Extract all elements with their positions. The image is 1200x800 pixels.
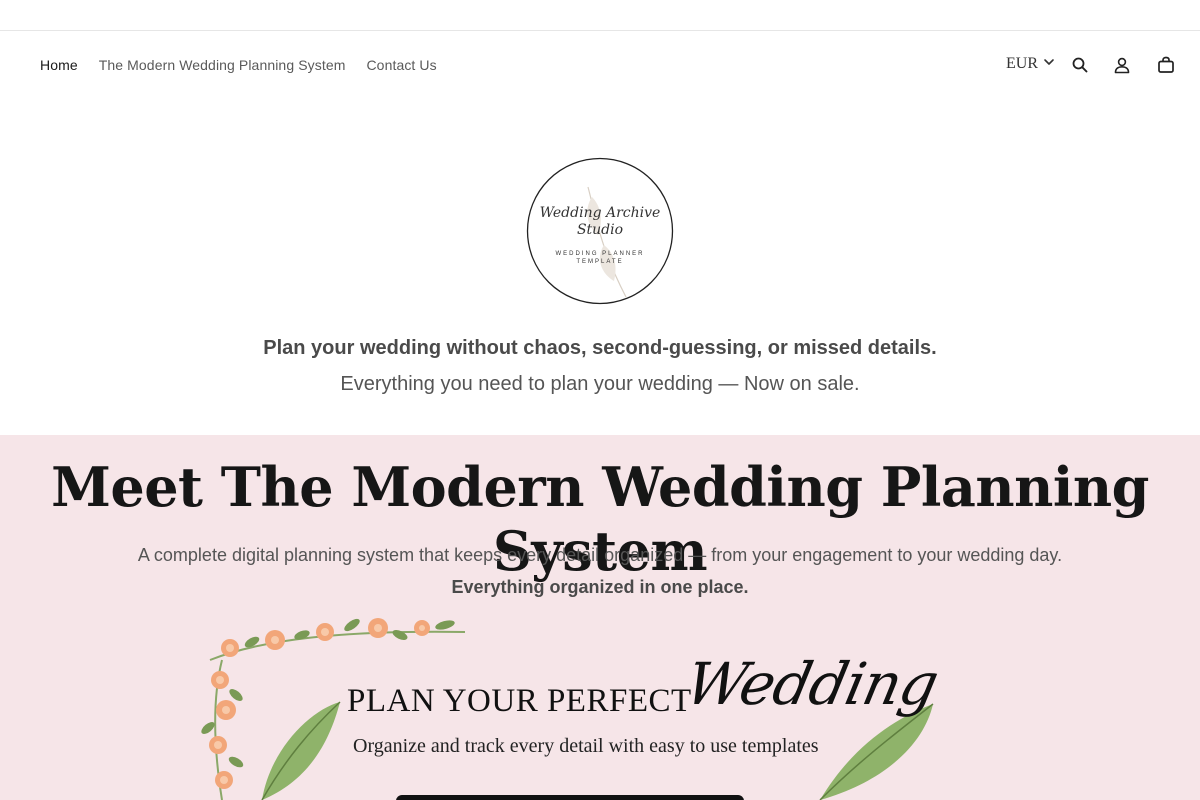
logo-script-line2: Studio: [577, 222, 623, 238]
currency-selector[interactable]: EUR: [1006, 55, 1055, 73]
chevron-down-icon: [1043, 55, 1055, 73]
currency-label: EUR: [1006, 55, 1038, 72]
brand-logo[interactable]: Wedding Archive Studio WEDDING PLANNER T…: [526, 157, 674, 305]
feature-description-bold: Everything organized in one place.: [451, 577, 749, 597]
logo-caption-line2: TEMPLATE: [576, 259, 623, 265]
hero-banner-image: PLAN YOUR PERFECT Wedding Organize and t…: [200, 610, 944, 800]
nav-item-home[interactable]: Home: [40, 57, 78, 73]
main-nav: Home The Modern Wedding Planning System …: [40, 31, 437, 99]
banner-script-text: Wedding: [679, 650, 944, 718]
cart-icon[interactable]: [1155, 54, 1177, 76]
banner-headline: PLAN YOUR PERFECT: [347, 683, 692, 719]
search-icon[interactable]: [1069, 54, 1091, 76]
site-header: Home The Modern Wedding Planning System …: [0, 31, 1200, 99]
banner-tagline: Organize and track every detail with eas…: [353, 735, 819, 757]
intro-headline: Plan your wedding without chaos, second-…: [263, 337, 937, 359]
announcement-bar: [0, 0, 1200, 31]
logo-script-line1: Wedding Archive: [540, 205, 661, 221]
nav-item-planning-system[interactable]: The Modern Wedding Planning System: [99, 57, 346, 73]
nav-item-contact[interactable]: Contact Us: [366, 57, 436, 73]
intro-subline: Everything you need to plan your wedding…: [340, 373, 860, 395]
banner-button[interactable]: [396, 795, 744, 800]
account-icon[interactable]: [1111, 54, 1133, 76]
feature-description: A complete digital planning system that …: [137, 545, 1063, 565]
header-tools: EUR: [960, 31, 1200, 99]
logo-caption-line1: WEDDING PLANNER: [555, 251, 644, 257]
feature-section: Meet The Modern Wedding Planning System …: [0, 435, 1200, 800]
